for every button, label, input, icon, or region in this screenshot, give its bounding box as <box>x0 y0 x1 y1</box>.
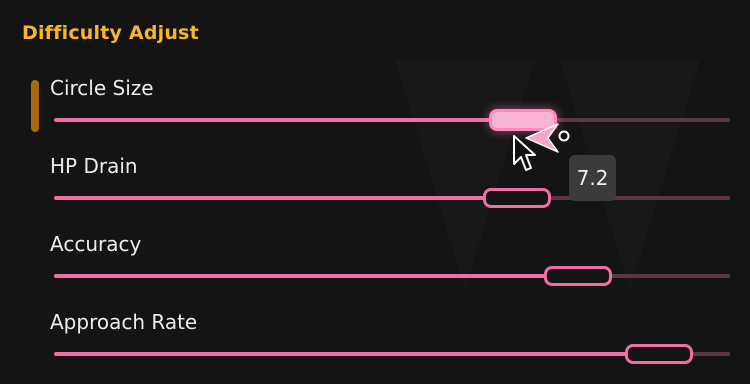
game-cursor-icon <box>508 118 574 184</box>
slider-track[interactable] <box>54 118 730 122</box>
slider-fill <box>54 274 575 278</box>
slider-fill <box>54 352 656 356</box>
value-tooltip: 7.2 <box>569 155 616 201</box>
slider-track[interactable] <box>54 196 730 200</box>
slider-thumb[interactable] <box>624 344 693 364</box>
slider-thumb[interactable] <box>543 266 612 286</box>
setting-label: Circle Size <box>50 76 154 100</box>
slider-fill <box>54 118 521 122</box>
slider-fill <box>54 196 514 200</box>
slider-track[interactable] <box>54 274 730 278</box>
setting-label: HP Drain <box>50 154 138 178</box>
active-indicator <box>31 80 39 132</box>
setting-label: Accuracy <box>50 232 142 256</box>
slider-thumb[interactable] <box>482 188 551 208</box>
section-title: Difficulty Adjust <box>22 22 199 44</box>
setting-label: Approach Rate <box>50 310 198 334</box>
